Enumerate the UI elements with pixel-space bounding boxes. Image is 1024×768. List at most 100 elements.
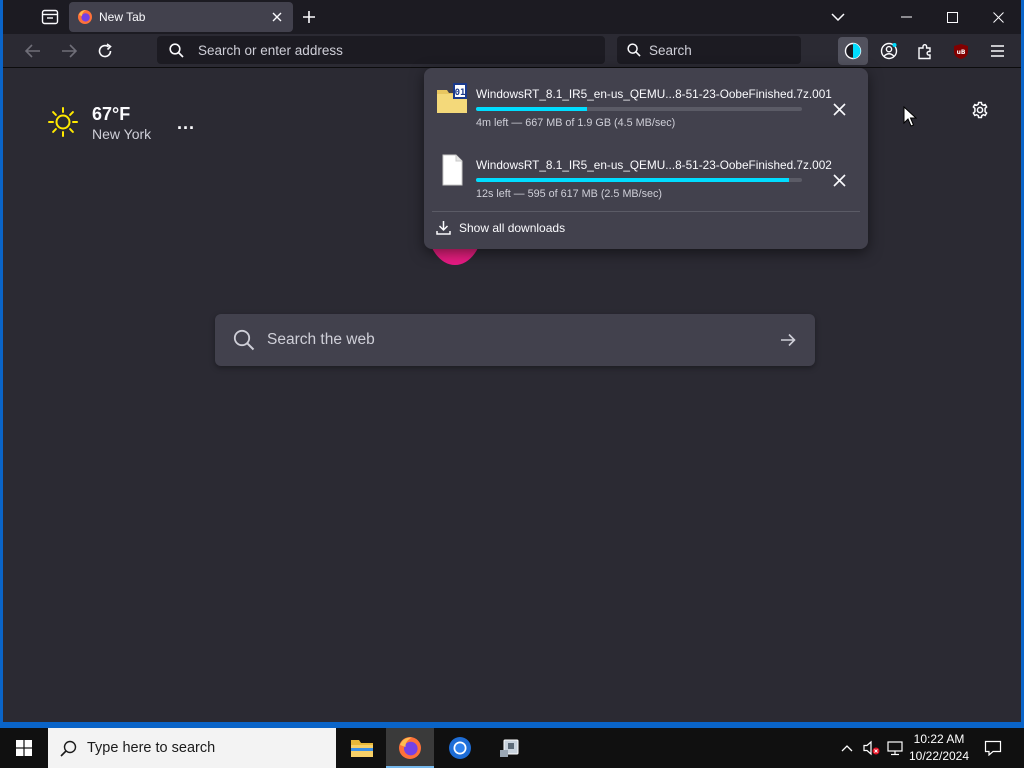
chromium-icon <box>449 737 471 759</box>
puzzle-piece-icon <box>917 43 931 59</box>
firefox-view-icon <box>41 9 59 25</box>
taskbar: Type here to search 10:22 AM 10/22/2024 <box>0 728 1024 768</box>
download-item[interactable]: 01 WindowsRT_8.1_IR5_en-us_QEMU...8-51-2… <box>430 72 860 134</box>
reload-button[interactable] <box>91 38 119 64</box>
back-button[interactable] <box>19 38 47 64</box>
download-icon <box>436 221 451 235</box>
search-bar[interactable]: Search <box>617 36 801 64</box>
download-progress-fill <box>476 107 587 111</box>
weather-city: New York <box>92 126 152 142</box>
tab-close-button[interactable] <box>267 7 287 27</box>
weather-temperature: 67°F <box>92 104 131 124</box>
search-icon <box>60 740 77 757</box>
search-icon <box>233 329 255 351</box>
new-tab-button[interactable] <box>297 6 321 28</box>
download-status: 12s left — 595 of 617 MB (2.5 MB/sec) <box>476 188 663 200</box>
minimize-icon <box>900 16 912 18</box>
search-icon <box>627 43 641 57</box>
download-progress-fill <box>476 178 789 182</box>
action-center-button[interactable] <box>978 728 1008 768</box>
plus-icon <box>303 11 315 23</box>
clock-date: 10/22/2024 <box>908 749 970 763</box>
network-button[interactable] <box>884 728 906 768</box>
app-menu-button[interactable] <box>982 37 1012 65</box>
taskbar-file-explorer[interactable] <box>338 728 386 768</box>
downloads-panel: 01 WindowsRT_8.1_IR5_en-us_QEMU...8-51-2… <box>424 68 868 249</box>
sun-icon <box>48 107 78 137</box>
chevron-up-icon <box>841 745 853 752</box>
ublock-origin-button[interactable]: uB <box>946 37 976 65</box>
panel-divider <box>432 211 860 212</box>
download-status: 4m left — 667 MB of 1.9 GB (4.5 MB/sec) <box>476 117 676 129</box>
close-icon <box>272 12 282 22</box>
show-all-downloads-label: Show all downloads <box>459 220 566 235</box>
show-hidden-icons-button[interactable] <box>838 728 856 768</box>
download-progress-bar <box>476 178 802 182</box>
firefox-icon <box>78 10 92 24</box>
firefox-view-button[interactable] <box>37 6 63 28</box>
svg-text:01: 01 <box>455 88 466 98</box>
download-progress-icon <box>844 42 862 60</box>
weather-more-button[interactable]: ... <box>177 113 195 134</box>
close-icon <box>832 173 846 187</box>
taskbar-search-placeholder: Type here to search <box>87 740 216 756</box>
browser-window: New Tab Search or enter address Search u… <box>0 0 1024 725</box>
gear-icon <box>972 101 988 119</box>
navigation-toolbar: Search or enter address Search uB <box>3 34 1021 68</box>
notification-icon <box>984 740 1002 756</box>
mouse-cursor-icon <box>903 106 917 127</box>
volume-button[interactable] <box>860 728 882 768</box>
close-icon <box>832 102 846 116</box>
account-button[interactable] <box>874 37 904 65</box>
tab-title: New Tab <box>99 10 146 24</box>
maximize-button[interactable] <box>929 0 975 34</box>
minimize-button[interactable] <box>883 0 929 34</box>
blank-file-icon <box>442 154 463 186</box>
cancel-download-button[interactable] <box>828 98 850 120</box>
arrow-right-icon <box>781 333 796 347</box>
taskbar-chromium[interactable] <box>436 728 484 768</box>
network-icon <box>887 741 903 756</box>
weather-text: 67°F New York <box>92 103 151 143</box>
personalize-button[interactable] <box>967 97 993 123</box>
show-all-downloads-button[interactable]: Show all downloads <box>436 220 565 235</box>
start-button[interactable] <box>0 728 48 768</box>
list-all-tabs-button[interactable] <box>815 0 861 34</box>
taskbar-clock[interactable]: 10:22 AM 10/22/2024 <box>906 731 972 765</box>
windows-logo-icon <box>16 740 32 756</box>
cancel-download-button[interactable] <box>828 169 850 191</box>
address-bar[interactable]: Search or enter address <box>157 36 605 64</box>
firefox-icon <box>399 737 421 759</box>
forward-button[interactable] <box>55 38 83 64</box>
account-icon <box>880 42 898 60</box>
downloads-button[interactable] <box>838 37 868 65</box>
weather-widget[interactable]: 67°F New York <box>47 103 151 143</box>
hamburger-menu-icon <box>990 45 1004 57</box>
taskbar-remote-app[interactable] <box>486 728 534 768</box>
search-bar-placeholder: Search <box>649 42 692 58</box>
download-filename: WindowsRT_8.1_IR5_en-us_QEMU...8-51-23-O… <box>476 158 832 172</box>
address-bar-placeholder: Search or enter address <box>198 42 343 58</box>
clock-time: 10:22 AM <box>913 732 965 746</box>
folder-icon <box>351 740 373 757</box>
taskbar-firefox[interactable] <box>386 728 434 768</box>
svg-text:uB: uB <box>957 49 966 56</box>
maximize-icon <box>946 11 958 23</box>
close-window-button[interactable] <box>975 0 1021 34</box>
web-search-box[interactable]: Search the web <box>215 314 815 366</box>
download-item[interactable]: WindowsRT_8.1_IR5_en-us_QEMU...8-51-23-O… <box>430 143 860 205</box>
reload-icon <box>98 43 112 58</box>
download-filename: WindowsRT_8.1_IR5_en-us_QEMU...8-51-23-O… <box>476 87 832 101</box>
volume-muted-icon <box>863 740 880 756</box>
close-icon <box>992 11 1004 23</box>
arrow-right-icon <box>62 44 77 58</box>
web-search-placeholder: Search the web <box>267 331 375 348</box>
usb-device-icon <box>500 739 519 757</box>
web-search-submit-button[interactable] <box>773 325 803 355</box>
arrow-left-icon <box>25 44 40 58</box>
extensions-button[interactable] <box>910 37 940 65</box>
taskbar-search-box[interactable]: Type here to search <box>48 728 336 768</box>
tab-new-tab[interactable]: New Tab <box>69 2 293 32</box>
search-icon <box>169 42 184 58</box>
ublock-origin-icon: uB <box>954 43 968 59</box>
